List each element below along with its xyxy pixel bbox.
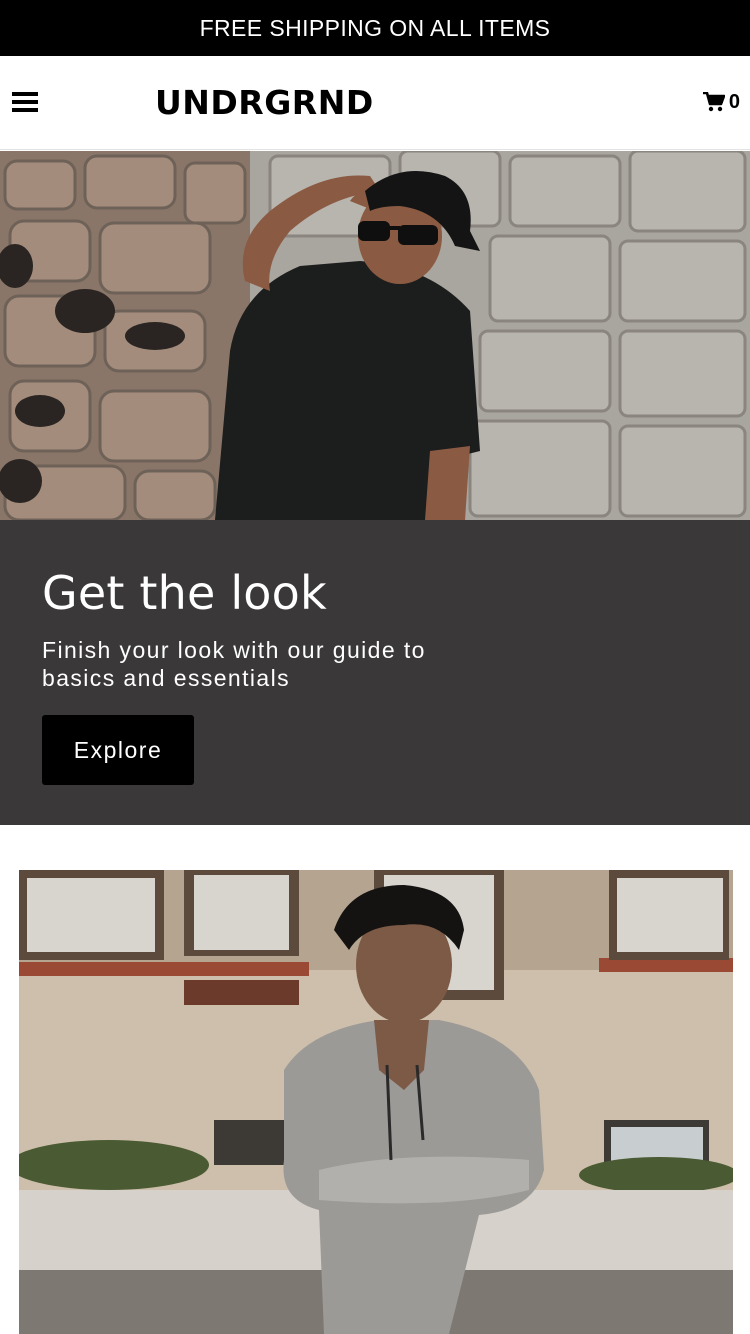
hero-image-top[interactable]: [0, 151, 750, 520]
hero-image-bottom[interactable]: [19, 870, 733, 1334]
brand-logo[interactable]: UNDRGRND: [155, 82, 390, 124]
hero-photo-man-henley: [19, 870, 733, 1334]
cart-count: 0: [728, 90, 740, 113]
hamburger-menu-icon[interactable]: [10, 86, 40, 116]
explore-button[interactable]: Explore: [42, 715, 194, 785]
hero-photo-man-cap: [0, 151, 750, 520]
announcement-text: FREE SHIPPING ON ALL ITEMS: [199, 14, 551, 41]
promo-title: Get the look: [42, 566, 327, 620]
site-header: UNDRGRND 0: [0, 56, 750, 150]
cart-icon: [702, 92, 725, 112]
promo-subtitle: Finish your look with our guide to basic…: [42, 637, 426, 691]
announcement-bar: FREE SHIPPING ON ALL ITEMS: [0, 0, 750, 56]
cart-button[interactable]: 0: [702, 86, 740, 118]
